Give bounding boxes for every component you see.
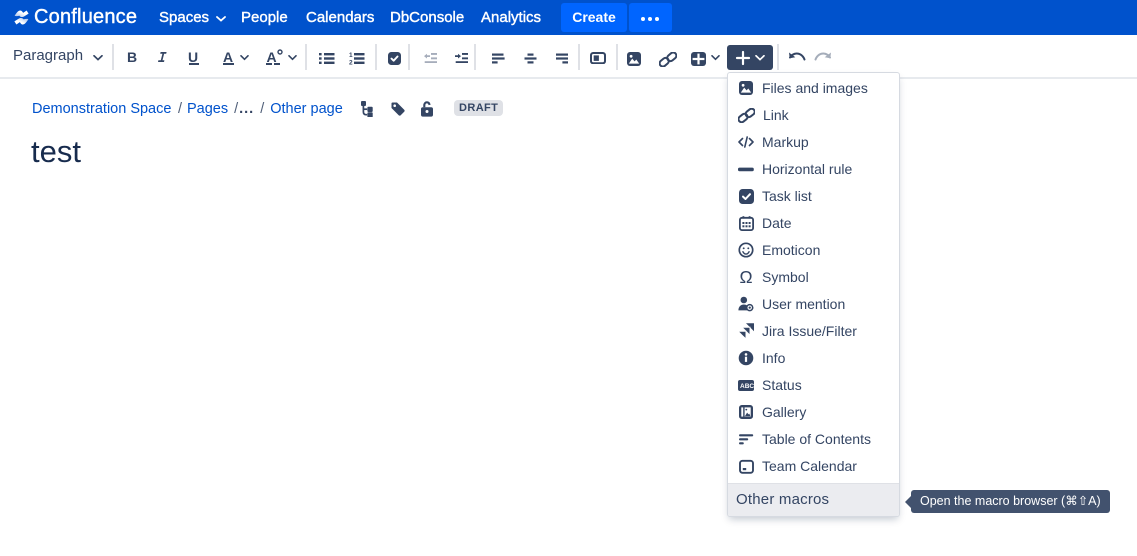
svg-text:1: 1: [349, 52, 353, 59]
svg-text:2: 2: [349, 60, 353, 65]
svg-text:ABC: ABC: [740, 383, 754, 390]
